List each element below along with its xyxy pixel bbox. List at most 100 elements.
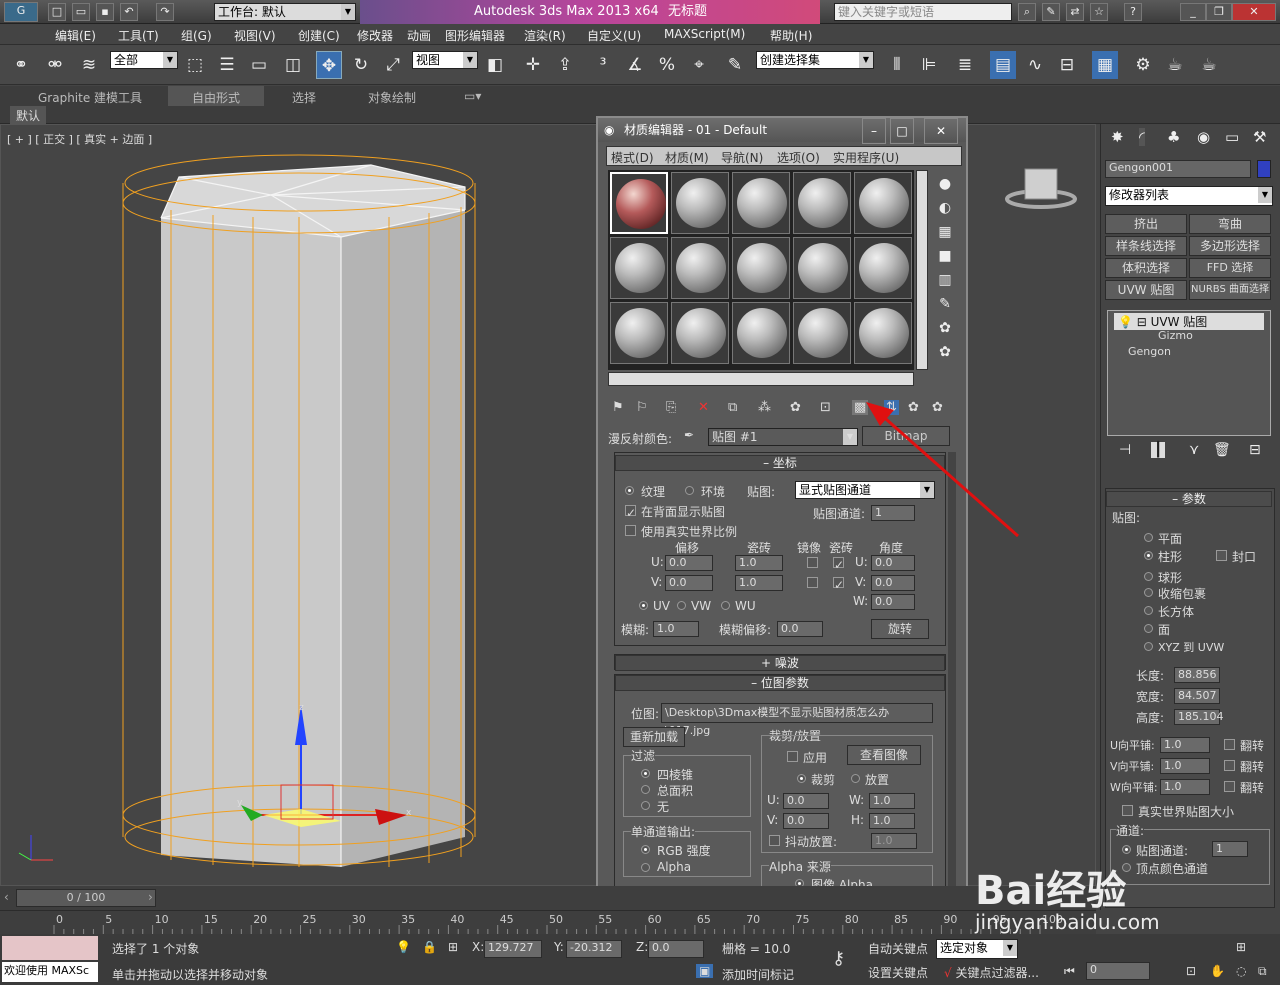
- map-channel-value[interactable]: 1: [1212, 841, 1248, 857]
- alpha-radio[interactable]: [641, 863, 650, 872]
- v-offset-field[interactable]: 0.0: [665, 575, 713, 591]
- parameters-header[interactable]: – 参数: [1106, 491, 1272, 507]
- angle-snap-icon[interactable]: ∡: [622, 51, 648, 79]
- v-flip-checkbox[interactable]: [1224, 760, 1235, 771]
- map-name-field[interactable]: 贴图 #1 ▼: [708, 428, 858, 446]
- spline-select-button[interactable]: 样条线选择: [1105, 236, 1187, 256]
- exchange-icon[interactable]: ⇄: [1066, 3, 1084, 21]
- noise-header[interactable]: + 噪波: [615, 655, 945, 671]
- vw-radio[interactable]: [677, 601, 686, 610]
- crop-u-field[interactable]: 0.0: [783, 793, 829, 809]
- new-file-icon[interactable]: □: [48, 3, 66, 21]
- box-radio[interactable]: [1144, 606, 1153, 615]
- set-key-button[interactable]: 设置关键点: [868, 964, 928, 981]
- environment-radio[interactable]: [685, 486, 694, 495]
- curve-editor-icon[interactable]: ∿: [1022, 51, 1048, 79]
- u-mirror-checkbox[interactable]: [807, 557, 818, 568]
- apply-checkbox[interactable]: [787, 751, 798, 762]
- search-input[interactable]: 键入关键字或短语: [834, 3, 1012, 21]
- w-flip-checkbox[interactable]: [1224, 781, 1235, 792]
- lock-selection-icon[interactable]: 🔒: [422, 940, 437, 954]
- bitmap-params-header[interactable]: – 位图参数: [615, 675, 945, 691]
- ffd-select-button[interactable]: FFD 选择: [1189, 258, 1271, 278]
- xyz-to-uvw-radio[interactable]: [1144, 642, 1153, 651]
- create-tab-icon[interactable]: ✸: [1111, 128, 1124, 146]
- menu-group[interactable]: 组(G): [181, 27, 212, 44]
- named-selection-dropdown[interactable]: 创建选择集 ▼: [756, 51, 874, 69]
- menu-tools[interactable]: 工具(T): [118, 27, 159, 44]
- crop-h-field[interactable]: 1.0: [869, 813, 915, 829]
- jitter-checkbox[interactable]: [769, 835, 780, 846]
- mw-minimize-icon[interactable]: –: [862, 118, 886, 144]
- put-to-scene-icon[interactable]: ⚐: [636, 400, 648, 415]
- eyedropper-icon[interactable]: ✒: [684, 428, 694, 442]
- v-mirror-checkbox[interactable]: [807, 577, 818, 588]
- sample-type-icon[interactable]: ●: [934, 172, 956, 196]
- uvw-map-button[interactable]: UVW 贴图: [1105, 280, 1187, 300]
- track-bar[interactable]: 0 5 10 15 20 25 30 35 40 45 50 55 60 65 70 75 80 85 90 95 10…: [0, 910, 1096, 935]
- blur-offset-field[interactable]: 0.0: [777, 621, 823, 637]
- select-by-name-icon[interactable]: ☰: [214, 51, 240, 79]
- rotate-button[interactable]: 旋转: [871, 619, 929, 639]
- sample-slot[interactable]: [732, 172, 790, 234]
- add-time-tag[interactable]: 添加时间标记: [722, 966, 794, 983]
- absolute-mode-icon[interactable]: ⊞: [448, 940, 458, 954]
- utilities-tab-icon[interactable]: ⚒: [1253, 128, 1266, 146]
- sample-slot[interactable]: [854, 302, 912, 364]
- rgb-intensity-radio[interactable]: [641, 845, 650, 854]
- bend-button[interactable]: 弯曲: [1189, 214, 1271, 234]
- sample-slot[interactable]: [793, 302, 851, 364]
- sample-slot[interactable]: [671, 172, 729, 234]
- hierarchy-tab-icon[interactable]: ♣: [1167, 128, 1180, 146]
- sample-slot[interactable]: [610, 237, 668, 299]
- render-setup-icon[interactable]: ⚙: [1130, 51, 1156, 79]
- binoculars-icon[interactable]: ⌕: [1018, 3, 1036, 21]
- open-file-icon[interactable]: ▭: [72, 3, 90, 21]
- options-icon[interactable]: ✿: [934, 316, 956, 340]
- maximize-viewport-icon[interactable]: ⧉: [1258, 964, 1267, 979]
- crop-v-field[interactable]: 0.0: [783, 813, 829, 829]
- u-offset-field[interactable]: 0.0: [665, 555, 713, 571]
- material-editor-icon[interactable]: ▦: [1092, 51, 1118, 79]
- spherical-radio[interactable]: [1144, 572, 1153, 581]
- object-name-field[interactable]: Gengon001: [1105, 160, 1251, 178]
- sample-slot[interactable]: [854, 172, 912, 234]
- spinner-snap-icon[interactable]: ⌖: [686, 51, 712, 79]
- restore-icon[interactable]: ❐: [1206, 3, 1232, 21]
- width-field[interactable]: 84.507: [1174, 688, 1220, 704]
- view-image-button[interactable]: 查看图像: [847, 745, 921, 765]
- bind-space-warp-icon[interactable]: ≋: [76, 51, 102, 79]
- crop-w-field[interactable]: 1.0: [869, 793, 915, 809]
- time-slider-thumb[interactable]: 0 / 100: [16, 889, 156, 907]
- shrink-wrap-radio[interactable]: [1144, 588, 1153, 597]
- key-selection-dropdown[interactable]: 选定对象 ▼: [936, 939, 1018, 959]
- menu-edit[interactable]: 编辑(E): [55, 27, 96, 44]
- menu-customize[interactable]: 自定义(U): [587, 27, 641, 44]
- place-radio[interactable]: [851, 774, 860, 783]
- y-coord-field[interactable]: -20.312: [566, 940, 622, 958]
- z-coord-field[interactable]: 0.0: [648, 940, 704, 958]
- texture-radio[interactable]: [625, 486, 634, 495]
- show-map-on-back-checkbox[interactable]: ✓: [625, 505, 636, 520]
- time-tag-icon[interactable]: ▣: [696, 964, 714, 978]
- ribbon-default-tab[interactable]: 默认: [10, 106, 47, 125]
- mw-menu-options[interactable]: 选项(O): [777, 149, 820, 166]
- time-config-icon[interactable]: ⊡: [1186, 964, 1196, 978]
- mirror-icon[interactable]: ⫴: [884, 51, 910, 79]
- zoom-extents-icon[interactable]: ⊞: [1236, 940, 1246, 954]
- video-color-check-icon[interactable]: ▥: [934, 268, 956, 292]
- edit-named-sel-icon[interactable]: ✎: [722, 51, 748, 79]
- ribbon-options-icon[interactable]: ▭▾: [464, 89, 481, 103]
- make-unique-stack-icon[interactable]: ⋎: [1189, 442, 1199, 458]
- v-tile-field[interactable]: 1.0: [1160, 758, 1210, 774]
- time-next-icon[interactable]: ›: [148, 890, 153, 904]
- copy-material-icon[interactable]: ⧉: [728, 400, 737, 415]
- tools-icon[interactable]: ✎: [1042, 3, 1060, 21]
- snaps-icon[interactable]: ³: [590, 51, 616, 79]
- summed-area-radio[interactable]: [641, 785, 650, 794]
- isolate-icon[interactable]: 💡: [396, 940, 411, 954]
- menu-help[interactable]: 帮助(H): [770, 27, 812, 44]
- filter-none-radio[interactable]: [641, 801, 650, 810]
- select-by-material-icon[interactable]: ✿: [934, 340, 956, 364]
- blur-field[interactable]: 1.0: [653, 621, 699, 637]
